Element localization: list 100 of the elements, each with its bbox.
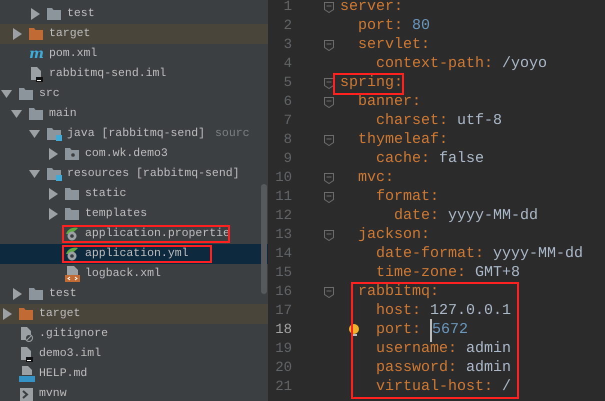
folder-icon (19, 87, 34, 101)
root-type-hint: sourc (215, 126, 250, 142)
file-name: java [rabbitmq-send] (67, 126, 206, 142)
tree-item[interactable]: test (0, 284, 268, 304)
fold-icon[interactable] (324, 78, 334, 89)
folder-icon (29, 287, 44, 301)
expand-arrow-icon[interactable] (10, 28, 24, 40)
tree-item[interactable]: demo3.iml (0, 344, 268, 364)
markdown-file-icon (18, 366, 34, 382)
tree-item[interactable]: com.wk.demo3 (0, 144, 268, 164)
line-number: 15 (274, 264, 292, 283)
yaml-value: yyyy-MM-dd (493, 244, 584, 264)
fold-icon[interactable] (324, 2, 334, 13)
tree-item[interactable]: templates (0, 204, 268, 224)
collapse-arrow-icon[interactable] (28, 129, 42, 139)
expand-arrow-icon[interactable] (28, 8, 42, 20)
file-name: test (49, 286, 77, 302)
file-name: logback.xml (85, 266, 161, 282)
line-number: 2 (282, 17, 292, 36)
fold-icon[interactable] (324, 135, 334, 146)
module-file-icon (30, 66, 43, 82)
line-number: 7 (282, 112, 292, 131)
file-name: HELP.md (39, 366, 88, 382)
gear-file-icon (66, 227, 80, 241)
maven-file-icon: m (29, 47, 44, 61)
tree-item[interactable]: application.yml (0, 244, 268, 264)
file-name: static (85, 186, 126, 202)
yaml-value: false (439, 149, 484, 170)
tree-item[interactable]: rabbitmq-send.iml (0, 64, 268, 84)
yaml-value: yyyy-MM-dd (448, 206, 538, 226)
folder-icon (65, 187, 80, 201)
line-number: 4 (282, 55, 292, 74)
line-number: 12 (274, 207, 292, 226)
tree-item[interactable]: logback.xml (0, 264, 268, 284)
gear-file-icon (66, 247, 80, 261)
file-name: templates (85, 206, 148, 222)
tree-item[interactable]: resources [rabbitmq-send] (0, 164, 268, 184)
expand-arrow-icon[interactable] (46, 208, 60, 220)
tree-item[interactable]: java [rabbitmq-send] sourc (0, 124, 268, 144)
yaml-value: /yoyo (502, 54, 548, 74)
fold-icon[interactable] (324, 97, 334, 108)
line-number: 8 (282, 131, 292, 150)
folder-icon (65, 207, 80, 221)
tree-item[interactable]: test (0, 4, 268, 24)
fold-icon[interactable] (324, 287, 334, 298)
collapse-arrow-icon[interactable] (28, 169, 42, 179)
line-number: 9 (282, 150, 292, 169)
yaml-value: 80 (412, 16, 430, 36)
tree-item[interactable]: main (0, 104, 268, 124)
expand-arrow-icon[interactable] (10, 288, 24, 300)
collapse-arrow-icon[interactable] (0, 89, 14, 99)
module-file-icon (20, 346, 33, 362)
fold-icon[interactable] (324, 173, 334, 184)
package-icon (65, 147, 80, 161)
tree-item[interactable]: HELP.md (0, 364, 268, 384)
lightbulb-icon[interactable] (348, 323, 360, 337)
tree-item[interactable]: .gitignore (0, 324, 268, 344)
file-name: target (49, 26, 90, 42)
source-folder-icon (47, 167, 62, 181)
line-number: 14 (274, 245, 292, 264)
yaml-value: admin (466, 358, 512, 378)
fold-icon[interactable] (324, 230, 334, 241)
tree-item[interactable]: target (0, 24, 268, 44)
tree-item[interactable]: target (0, 304, 268, 324)
yaml-value: / (502, 377, 512, 398)
file-name: application.propertie (85, 226, 230, 242)
folder-icon (29, 107, 44, 121)
file-name: target (39, 306, 80, 322)
file-name: com.wk.demo3 (85, 146, 168, 162)
file-name: test (67, 6, 95, 22)
expand-arrow-icon[interactable] (0, 308, 14, 320)
collapse-arrow-icon[interactable] (10, 109, 24, 119)
yaml-value: 5672 (430, 319, 468, 342)
tree-item[interactable]: m pom.xml (0, 44, 268, 64)
file-name: application.yml (85, 246, 189, 262)
tree-item[interactable]: application.propertie (0, 224, 268, 244)
fold-icon[interactable] (324, 40, 334, 51)
line-number: 18 (274, 321, 292, 340)
tree-item[interactable]: mvnw (0, 384, 268, 401)
line-number: 11 (274, 188, 292, 207)
folder-icon (29, 27, 44, 41)
expand-arrow-icon[interactable] (46, 148, 60, 160)
tree-item[interactable]: src (0, 84, 268, 104)
line-number: 17 (274, 302, 292, 321)
line-number: 3 (282, 36, 292, 55)
file-name: resources [rabbitmq-send] (67, 166, 240, 182)
yaml-value: utf-8 (457, 111, 502, 132)
folder-icon (19, 307, 34, 321)
line-number: 10 (274, 169, 292, 188)
xml-file-icon (65, 266, 80, 282)
folder-icon (47, 7, 62, 21)
file-name: pom.xml (49, 46, 98, 62)
expand-arrow-icon[interactable] (46, 188, 60, 200)
source-folder-icon (47, 127, 62, 141)
line-number: 21 (274, 378, 292, 397)
tree-item[interactable]: static (0, 184, 268, 204)
line-number: 5 (282, 74, 292, 93)
fold-icon[interactable] (324, 192, 334, 203)
yaml-value: GMT+8 (475, 263, 520, 284)
scrollbar-thumb[interactable] (261, 184, 267, 294)
